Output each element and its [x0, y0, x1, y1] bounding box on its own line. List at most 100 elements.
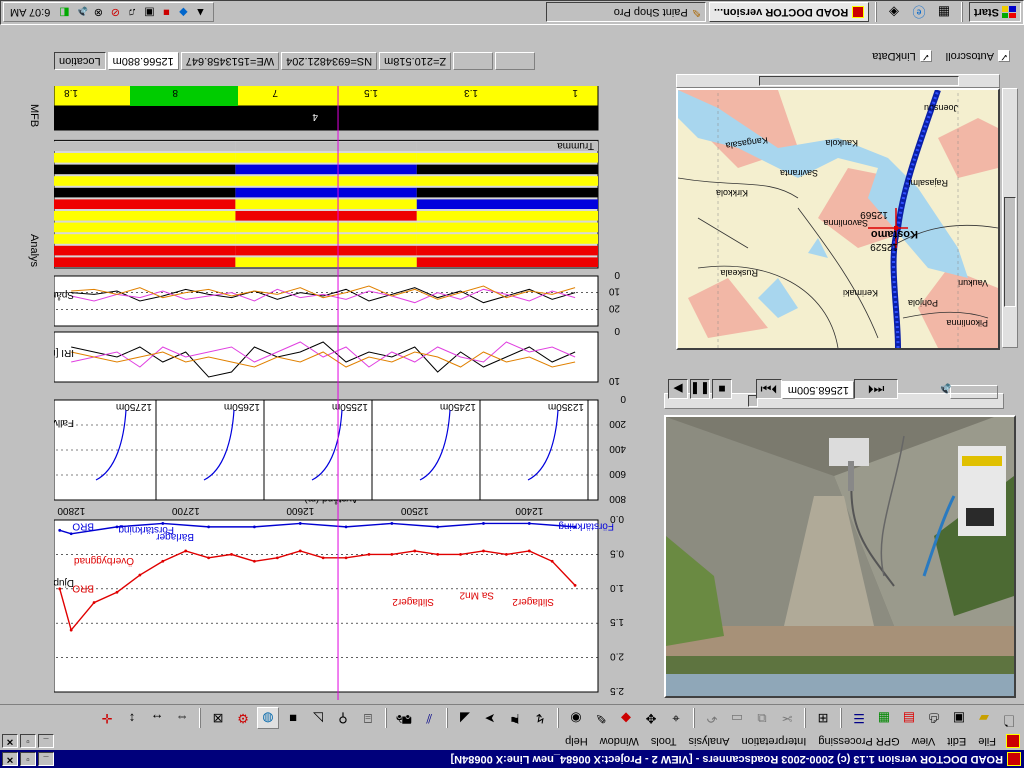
select-icon[interactable]: ⌖ [665, 708, 687, 730]
tray-icon-3[interactable]: ■ [159, 5, 173, 19]
depth-point-0-2 [527, 549, 531, 553]
tray-icon-8[interactable]: ◧ [57, 5, 71, 19]
stop-button[interactable]: ■ [712, 379, 732, 399]
zoom-icon[interactable]: ⌸ [357, 708, 379, 730]
print-icon[interactable]: ⎙ [923, 708, 945, 730]
menu-file[interactable]: File [972, 735, 1002, 747]
analysis-band-9-1 [235, 153, 417, 163]
speaker-icon[interactable]: 🔈 [934, 380, 954, 400]
location-value[interactable]: 12566.880m [107, 52, 179, 70]
menu-window[interactable]: Window [594, 735, 645, 747]
palette-icon[interactable]: ▦ [873, 708, 895, 730]
list-icon[interactable]: ☰ [848, 708, 870, 730]
menu-interpretation[interactable]: Interpretation [736, 735, 813, 747]
next-icon[interactable]: ⛟ [393, 708, 415, 730]
menu-edit[interactable]: Edit [941, 735, 972, 747]
taskbar-app-paint-shop[interactable]: ✎ Paint Shop Pro [545, 2, 706, 23]
move-icon[interactable]: ↯ [529, 708, 551, 730]
pause-button[interactable]: ❚❚ [690, 379, 710, 399]
analysis-band-4-0 [416, 211, 598, 221]
doc-close-button[interactable]: ✕ [2, 734, 18, 748]
undo-icon[interactable]: ↶ [701, 708, 723, 730]
menu-view[interactable]: View [906, 735, 942, 747]
iri-chart-frame [54, 331, 599, 383]
menu-help[interactable]: Help [559, 735, 594, 747]
tray-icon-2[interactable]: ◆ [176, 5, 190, 19]
ruler-icon[interactable]: ⇔ [171, 708, 193, 730]
menu-gpr-processing[interactable]: GPR Processing [812, 735, 905, 747]
link-icon[interactable]: ⚙ [232, 708, 254, 730]
map-view[interactable]: Kangasala Ruskeala Pikonlinna Kirkkola S… [676, 88, 1000, 350]
crosshair-icon[interactable]: ✛ [96, 708, 118, 730]
report-icon[interactable]: ◺ [307, 708, 329, 730]
start-button[interactable]: Start [968, 2, 1021, 23]
measure-icon[interactable]: ■ [282, 708, 304, 730]
doc-minimize-button[interactable]: _ [38, 734, 54, 748]
fallvikt-station-label-1: 12450m [440, 401, 476, 412]
depth-point-1-12 [58, 528, 62, 532]
volume-tray-icon[interactable]: 🔈 [74, 5, 89, 19]
doc-restore-button[interactable]: ▫ [20, 734, 36, 748]
iri-tick-label-0: 0 [614, 325, 620, 336]
depth-point-1-5 [344, 525, 348, 529]
arrow-icon[interactable]: ➤ [479, 708, 501, 730]
minimize-button[interactable]: _ [38, 752, 54, 766]
link-data-checkbox[interactable]: ✓ [919, 50, 932, 62]
tray-icon-5[interactable]: ♫ [125, 5, 139, 19]
menu-bar: File Edit View GPR Processing Interpreta… [0, 732, 1024, 750]
mfb-top-band [54, 105, 599, 131]
analysis-band-6-0 [416, 187, 598, 198]
play-button[interactable]: ▶ [668, 379, 688, 399]
marker-icon[interactable]: ✎ [590, 708, 612, 730]
open-icon[interactable]: ▰ [973, 708, 995, 730]
save-icon[interactable]: ▣ [948, 708, 970, 730]
vertical-icon[interactable]: ↕ [121, 708, 143, 730]
analysis-band-7-2 [54, 176, 236, 186]
autoscroll-checkbox[interactable]: ✓ [998, 50, 1010, 62]
fast-backward-button[interactable]: ⏮⏴ [854, 379, 898, 399]
close-button[interactable]: ✕ [2, 752, 18, 766]
tray-icon-6[interactable]: ⊘ [108, 5, 122, 19]
autoscroll-option[interactable]: ✓ Autoscroll [946, 50, 1010, 62]
mfb-value-0: 1 [572, 87, 578, 98]
globe-icon[interactable]: ◍ [257, 707, 279, 730]
map-hscroll-thumb[interactable] [759, 76, 959, 86]
menu-analysis[interactable]: Analysis [683, 735, 736, 747]
depth-tick-label-5: 2.5 [610, 685, 624, 696]
chart-icon[interactable]: ⚲ [332, 708, 354, 730]
map-vscroll-thumb[interactable] [1004, 197, 1016, 307]
quicklaunch-desktop-icon[interactable]: ▦ [933, 2, 955, 24]
preview-icon[interactable]: ⊞ [812, 708, 834, 730]
scissors-icon[interactable]: ◢ [454, 708, 476, 730]
flag-icon[interactable]: ⚑ [504, 708, 526, 730]
menu-tools[interactable]: Tools [645, 735, 683, 747]
tray-icon-7[interactable]: ⊗ [91, 5, 105, 19]
color-icon[interactable]: ◆ [615, 708, 637, 730]
quicklaunch-ie-icon[interactable]: ⓔ [908, 2, 930, 24]
pan-icon[interactable]: ✥ [640, 708, 662, 730]
copy-icon[interactable]: ⧉ [751, 708, 773, 730]
tray-icon-4[interactable]: ▣ [142, 5, 156, 19]
align-icon[interactable]: ⊠ [207, 708, 229, 730]
volume-slider[interactable] [950, 385, 998, 399]
mfb-marker-label: 4 [312, 111, 318, 122]
analysis-band-5-1 [235, 199, 417, 209]
prev-icon[interactable]: ⫽ [418, 708, 440, 730]
link-data-option[interactable]: ✓ LinkData [872, 50, 932, 62]
cut-icon[interactable]: ✂ [776, 708, 798, 730]
quicklaunch-channels-icon[interactable]: ◈ [883, 2, 905, 24]
fast-forward-button[interactable]: ⏵⏭ [756, 379, 782, 399]
layers-icon[interactable]: ▤ [898, 708, 920, 730]
camera-icon[interactable]: ◉ [565, 708, 587, 730]
map-vertical-scrollbar[interactable] [1002, 88, 1018, 348]
horizontal-icon[interactable]: ↔ [146, 708, 168, 730]
tray-icon-1[interactable]: ▲ [193, 5, 207, 19]
map-label-8: Kaukola [825, 138, 858, 148]
analysis-band-7-1 [235, 176, 417, 186]
taskbar-app-road-doctor[interactable]: ROAD DOCTOR version... [708, 2, 869, 23]
video-position-field[interactable]: 12568.500m [782, 381, 854, 399]
new-icon[interactable]: 🗋 [998, 708, 1020, 730]
paste-icon[interactable]: ▭ [726, 708, 748, 730]
restore-button[interactable]: ▫ [20, 752, 36, 766]
map-horizontal-scrollbar[interactable] [676, 74, 1000, 88]
